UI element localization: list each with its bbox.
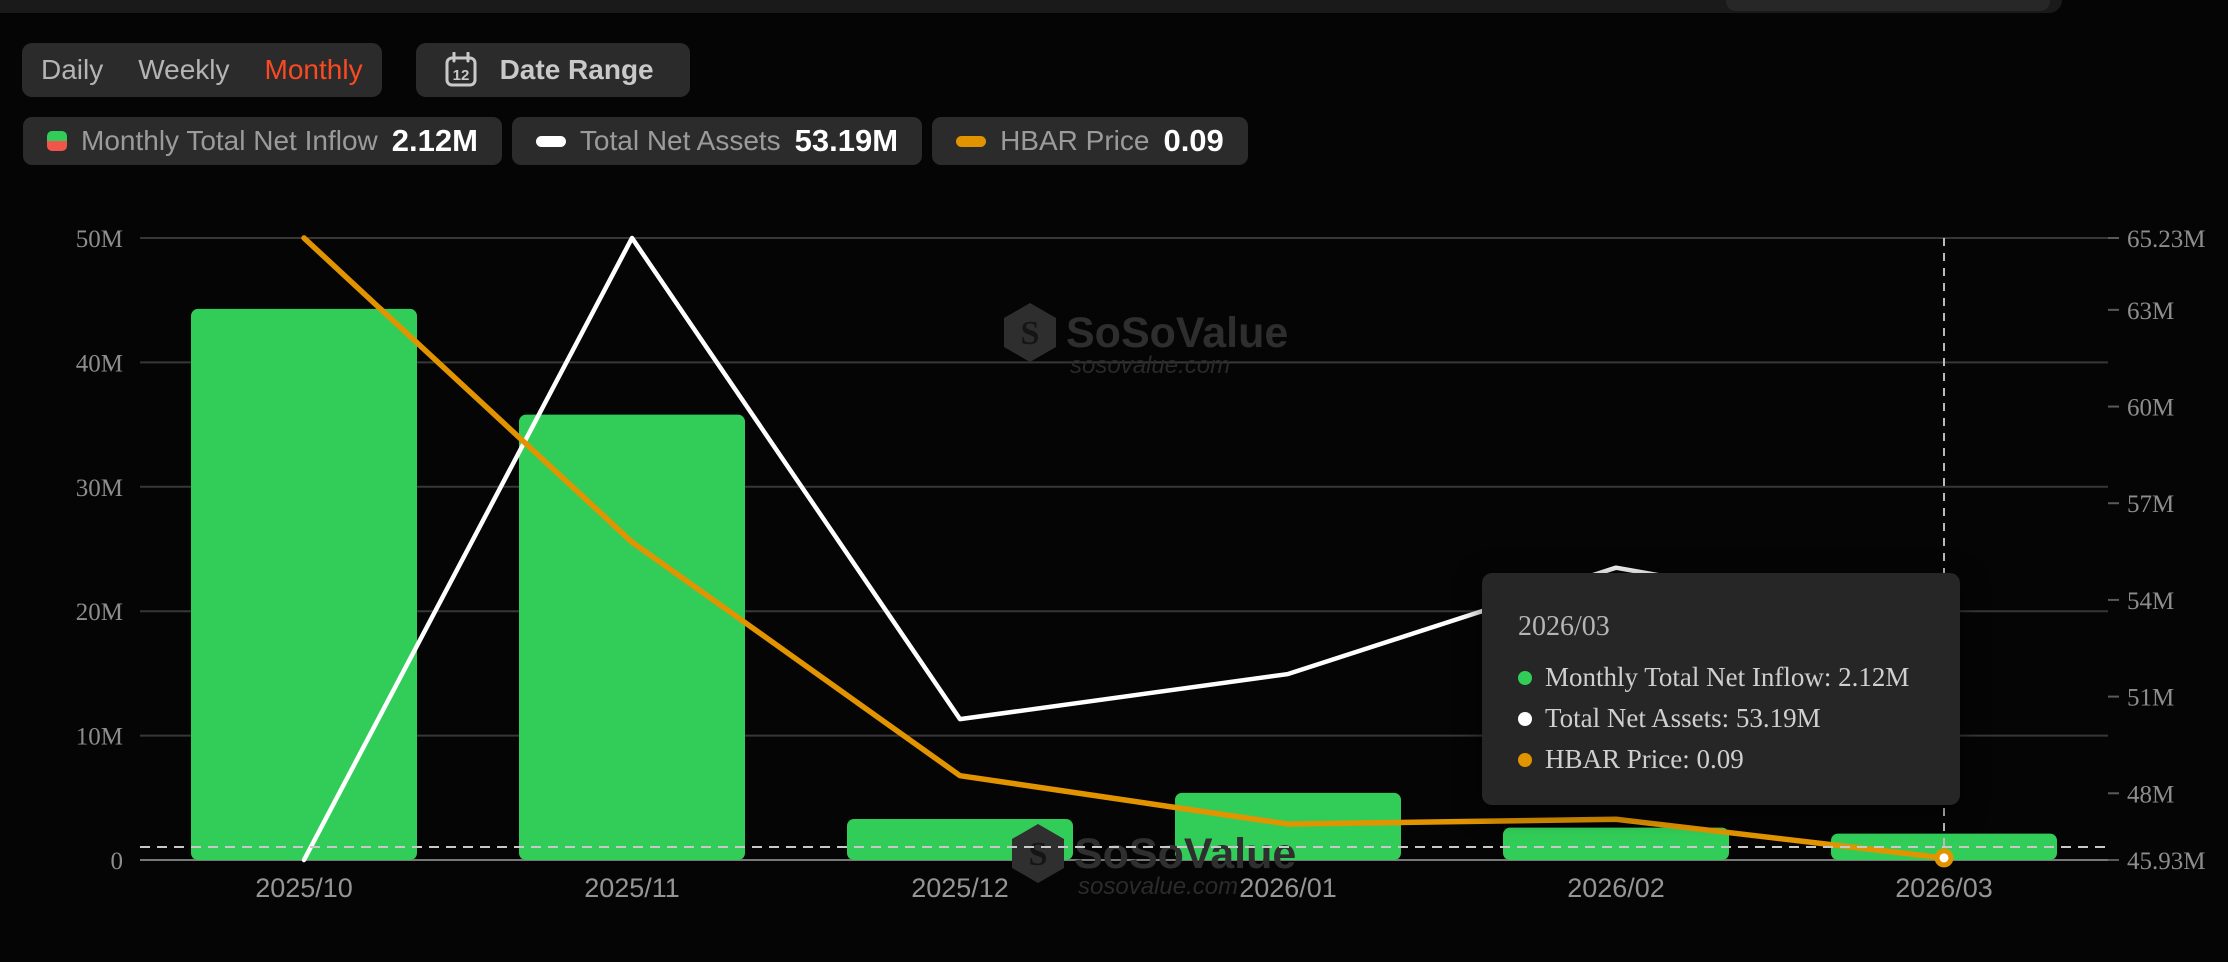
- x-axis-label: 2025/10: [255, 873, 353, 903]
- bar-2025/10: [191, 308, 417, 861]
- right-axis-label: 54M: [2127, 588, 2174, 615]
- x-axis-label: 2025/12: [911, 873, 1009, 903]
- svg-text:S: S: [1029, 836, 1048, 873]
- left-axis-label: 20M: [76, 599, 123, 626]
- tooltip-row-net-inflow: Monthly Total Net Inflow: 2.12M: [1518, 657, 1960, 698]
- chart-canvas[interactable]: 0 10M 20M 30M 40M 50M 45.93M 48M 51M 54M 57M 60M 63M…: [0, 0, 2228, 962]
- white-dot-icon: [1518, 711, 1532, 726]
- right-axis-label: 51M: [2127, 685, 2174, 712]
- right-axis-label: 45.93M: [2127, 848, 2205, 875]
- gold-dot-icon: [1518, 752, 1532, 767]
- tooltip-row-hbar-price: HBAR Price: 0.09: [1518, 739, 1960, 780]
- watermark-domain: sosovalue.com: [1070, 352, 1230, 379]
- bar-2026/02: [1503, 827, 1729, 860]
- right-axis-label: 48M: [2127, 781, 2174, 808]
- right-axis-label: 63M: [2127, 298, 2174, 325]
- tooltip-date: 2026/03: [1518, 611, 1610, 642]
- left-axis-label: 30M: [76, 475, 123, 502]
- green-dot-icon: [1518, 670, 1532, 685]
- watermark-brand: SoSoValue: [1066, 309, 1288, 357]
- svg-text:S: S: [1021, 315, 1040, 352]
- chart-tooltip: 2026/03 Monthly Total Net Inflow: 2.12M …: [1482, 573, 1960, 805]
- hbar-etf-flow-dashboard: Daily Weekly Monthly 12 Date Range Month…: [0, 0, 2228, 962]
- x-axis-label: 2025/11: [584, 873, 680, 903]
- tooltip-row-net-assets: Total Net Assets: 53.19M: [1518, 698, 1960, 739]
- sosovalue-watermark: S SoSoValuesosovalue.com: [1004, 303, 1288, 379]
- left-axis-label: 10M: [76, 724, 123, 751]
- right-axis-label: 65.23M: [2127, 226, 2205, 253]
- watermark-domain: sosovalue.com: [1078, 873, 1238, 900]
- bar-2025/11: [519, 414, 745, 860]
- left-axis-label: 0: [111, 848, 124, 875]
- watermark-brand: SoSoValue: [1074, 830, 1296, 878]
- right-axis-label: 57M: [2127, 491, 2174, 518]
- hbar-price-latest-dot: [1934, 848, 1954, 868]
- right-axis-label: 60M: [2127, 395, 2174, 422]
- x-axis-label: 2026/02: [1567, 873, 1665, 903]
- left-axis-label: 40M: [76, 350, 123, 377]
- left-axis-label: 50M: [76, 226, 123, 253]
- x-axis-label: 2026/03: [1895, 873, 1993, 903]
